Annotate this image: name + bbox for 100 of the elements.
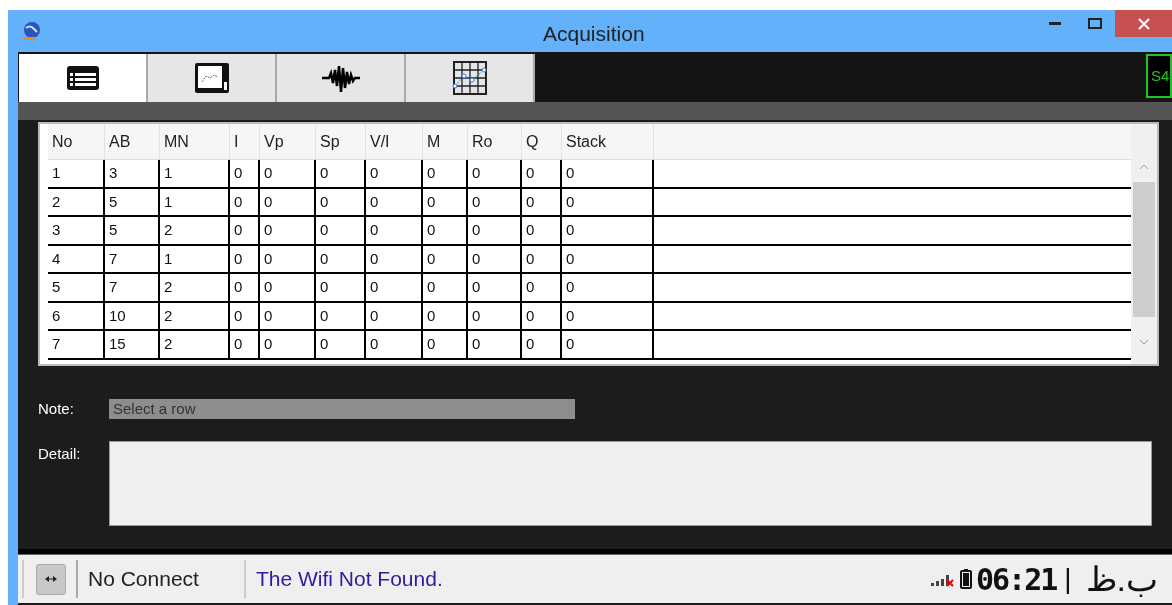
table-cell: 0 — [468, 302, 522, 329]
table-cell: 0 — [522, 331, 562, 358]
column-header[interactable]: Ro — [468, 124, 522, 159]
table-cell: 0 — [423, 274, 468, 301]
connect-button[interactable] — [36, 563, 66, 595]
table-cell: 2 — [160, 217, 230, 244]
table-cell: 7 — [48, 331, 105, 358]
column-header[interactable]: AB — [105, 124, 160, 159]
column-header[interactable]: Vp — [260, 124, 316, 159]
table-cell: 3 — [105, 160, 160, 187]
table-cell: 0 — [468, 188, 522, 215]
table-cell: 0 — [522, 160, 562, 187]
table-cell: 1 — [160, 160, 230, 187]
detail-field[interactable] — [108, 440, 1152, 526]
note-field[interactable]: Select a row — [109, 399, 575, 420]
table-cell: 4 — [48, 245, 105, 272]
column-header[interactable]: M — [423, 124, 468, 159]
table-cell: 1 — [160, 188, 230, 215]
table-cell: 0 — [260, 274, 316, 301]
table-cell: 0 — [260, 245, 316, 272]
table-cell: 0 — [366, 160, 423, 187]
note-label: Note: — [38, 399, 75, 419]
tab[interactable] — [406, 54, 535, 102]
table-cell: 10 — [105, 302, 160, 329]
table-cell: 2 — [160, 302, 230, 329]
window-title: Acquisition — [543, 21, 645, 47]
table-cell: 0 — [316, 245, 366, 272]
table-cell: 0 — [316, 160, 366, 187]
table-cell: 0 — [260, 188, 316, 215]
table-cell: 0 — [562, 245, 654, 272]
station-badge: S4 — [1146, 54, 1172, 98]
clock-period: ب.ظ — [1085, 558, 1158, 600]
table-cell: 0 — [316, 217, 366, 244]
battery-icon — [959, 569, 972, 589]
table-cell: 2 — [160, 331, 230, 358]
table-cell: 0 — [230, 331, 260, 358]
table-cell: 0 — [562, 160, 654, 187]
table-cell: 0 — [260, 160, 316, 187]
table-cell: 0 — [423, 245, 468, 272]
table-cell: 0 — [468, 274, 522, 301]
table-cell: 0 — [562, 217, 654, 244]
table-cell: 0 — [366, 217, 423, 244]
table-cell: 5 — [48, 274, 105, 301]
table-cell: 0 — [316, 331, 366, 358]
table-cell: 0 — [230, 217, 260, 244]
scrollbar[interactable] — [1131, 124, 1157, 364]
column-header[interactable]: I — [230, 124, 260, 159]
column-header[interactable]: No — [48, 124, 105, 159]
table-cell: 0 — [230, 188, 260, 215]
list-icon — [65, 65, 100, 91]
table-cell: 0 — [230, 274, 260, 301]
close-button[interactable] — [1115, 10, 1172, 37]
table-cell: 2 — [48, 188, 105, 215]
table-cell: 0 — [230, 302, 260, 329]
monitor-icon — [193, 62, 230, 94]
column-header[interactable]: MN — [160, 124, 230, 159]
table-cell: 0 — [423, 331, 468, 358]
tab[interactable] — [148, 54, 277, 102]
table-cell: 0 — [522, 245, 562, 272]
table-cell: 0 — [562, 274, 654, 301]
wifi-message: The Wifi Not Found. — [256, 566, 443, 593]
table-cell: 0 — [230, 245, 260, 272]
table-cell: 3 — [48, 217, 105, 244]
table-cell: 0 — [423, 302, 468, 329]
close-icon — [1137, 17, 1150, 30]
table-cell: 6 — [48, 302, 105, 329]
table-cell: 0 — [468, 160, 522, 187]
table-cell: 0 — [468, 217, 522, 244]
column-header[interactable]: Sp — [316, 124, 366, 159]
table-cell: 1 — [48, 160, 105, 187]
column-header[interactable]: Q — [522, 124, 562, 159]
table-cell: 0 — [366, 245, 423, 272]
table-cell: 0 — [562, 331, 654, 358]
table-cell: 5 — [105, 217, 160, 244]
table-cell: 0 — [260, 331, 316, 358]
detail-label: Detail: — [38, 443, 82, 464]
table-cell: 0 — [260, 217, 316, 244]
table-cell: 0 — [423, 217, 468, 244]
table-cell: 0 — [230, 160, 260, 187]
table-cell: 0 — [316, 274, 366, 301]
connection-status: No Connect — [88, 566, 200, 593]
table-cell: 0 — [366, 302, 423, 329]
table-cell: 0 — [316, 188, 366, 215]
table-cell: 0 — [260, 302, 316, 329]
arrows-icon — [44, 575, 58, 583]
grid-plot-icon — [451, 61, 488, 95]
table-cell: 0 — [423, 188, 468, 215]
table-cell: 5 — [105, 188, 160, 215]
globe-icon — [21, 20, 43, 42]
scrollbar-thumb[interactable] — [1133, 182, 1155, 317]
table-cell: 0 — [562, 302, 654, 329]
table-cell: 7 — [105, 274, 160, 301]
table-cell: 0 — [522, 302, 562, 329]
table-cell: 0 — [468, 245, 522, 272]
tab[interactable] — [19, 54, 148, 102]
clock-time: 06:21 — [975, 560, 1057, 599]
table-cell: 15 — [105, 331, 160, 358]
column-header[interactable]: Stack — [562, 124, 654, 159]
tab[interactable] — [277, 54, 406, 102]
column-header[interactable]: V/I — [366, 124, 423, 159]
